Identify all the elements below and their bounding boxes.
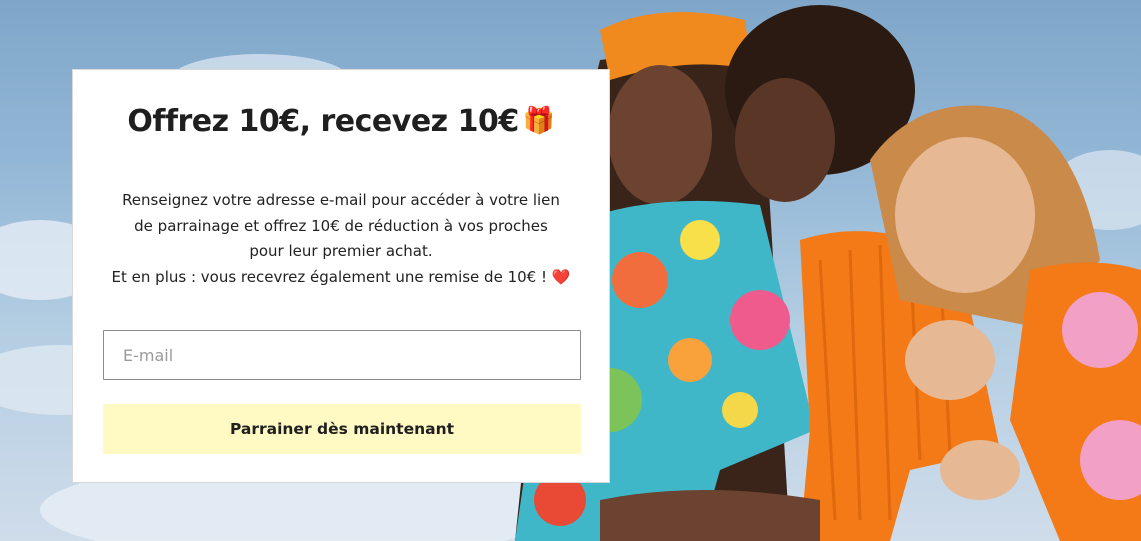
refer-now-button[interactable]: Parrainer dès maintenant	[103, 404, 581, 454]
gift-icon: 🎁	[522, 106, 555, 136]
popup-title: Offrez 10€, recevez 10€ 🎁	[73, 104, 609, 139]
description-line: de parrainage et offrez 10€ de réduction…	[134, 216, 548, 235]
popup-description: Renseignez votre adresse e-mail pour acc…	[93, 188, 589, 290]
referral-popup: Offrez 10€, recevez 10€ 🎁 Renseignez votr…	[72, 69, 610, 483]
description-line: pour leur premier achat.	[249, 242, 433, 260]
heart-icon: ❤️	[551, 267, 571, 286]
description-line: Renseignez votre adresse e-mail pour acc…	[122, 191, 560, 209]
description-line-text: Et en plus : vous recevrez également une…	[111, 267, 547, 286]
email-input[interactable]	[103, 330, 581, 380]
description-line-bonus: Et en plus : vous recevrez également une…	[93, 265, 589, 291]
popup-title-text: Offrez 10€, recevez 10€	[127, 104, 519, 139]
